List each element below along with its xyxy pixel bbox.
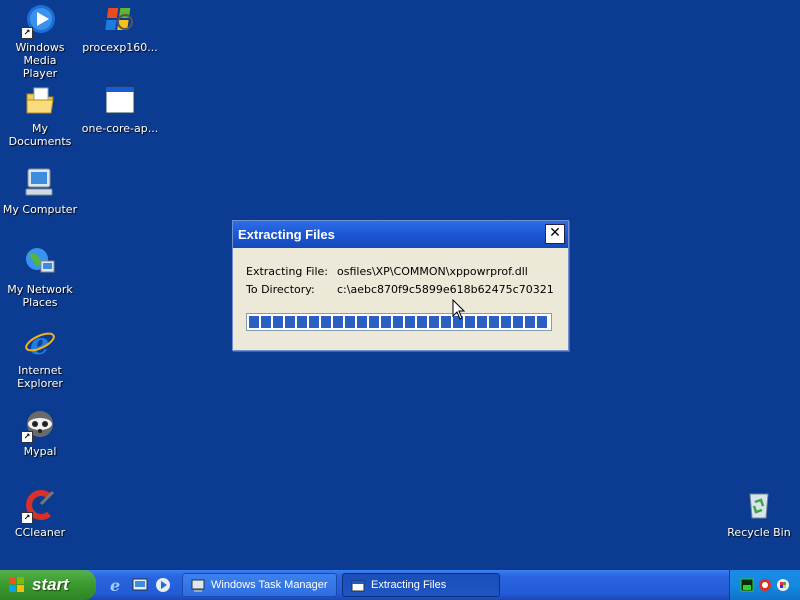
desktop-icon-procexp[interactable]: procexp160... bbox=[80, 3, 160, 54]
mouse-cursor-icon bbox=[452, 299, 466, 320]
desktop-icon-label: Recycle Bin bbox=[727, 526, 791, 539]
desktop-icon-label: one-core-ap... bbox=[81, 122, 159, 135]
desktop-icon-label: Mypal bbox=[23, 445, 57, 458]
extracting-files-dialog[interactable]: Extracting Files ✕ Extracting File: osfi… bbox=[232, 220, 569, 351]
dialog-title: Extracting Files bbox=[238, 227, 335, 242]
progress-block bbox=[441, 316, 451, 328]
desktop-icon-ccleaner[interactable]: ↗ CCleaner bbox=[0, 488, 80, 539]
start-label: start bbox=[32, 575, 69, 594]
desktop-icon-mypal[interactable]: ↗ Mypal bbox=[0, 407, 80, 458]
internet-explorer-icon: e bbox=[23, 326, 57, 362]
procexp-icon bbox=[103, 3, 137, 37]
taskbar-item-label: Extracting Files bbox=[371, 579, 447, 591]
desktop-icon-label: Internet Explorer bbox=[17, 364, 63, 390]
progress-block bbox=[369, 316, 379, 328]
progress-block bbox=[525, 316, 535, 328]
taskbar-item-label: Windows Task Manager bbox=[211, 579, 328, 591]
start-button[interactable]: start bbox=[0, 570, 96, 600]
progress-block bbox=[297, 316, 307, 328]
desktop-icon-my-network-places[interactable]: My Network Places bbox=[0, 245, 80, 309]
progress-block bbox=[381, 316, 391, 328]
taskbar-item-task-manager[interactable]: Windows Task Manager bbox=[182, 573, 337, 597]
taskbar: start e Windows Task Manager Extracting … bbox=[0, 570, 800, 600]
svg-text:e: e bbox=[30, 327, 49, 360]
progress-block bbox=[261, 316, 271, 328]
desktop-icon-label: procexp160... bbox=[82, 41, 158, 54]
progress-block bbox=[417, 316, 427, 328]
mypal-icon: ↗ bbox=[21, 407, 57, 443]
progress-block bbox=[273, 316, 283, 328]
progress-block bbox=[249, 316, 259, 328]
extracting-file-label: Extracting File: bbox=[246, 265, 329, 278]
progress-block bbox=[465, 316, 475, 328]
progress-block bbox=[321, 316, 331, 328]
desktop-icon-label: My Documents bbox=[8, 122, 72, 148]
desktop-icon-recycle-bin[interactable]: Recycle Bin bbox=[719, 488, 799, 539]
desktop-icon-internet-explorer[interactable]: e Internet Explorer bbox=[0, 326, 80, 390]
progress-block bbox=[429, 316, 439, 328]
quicklaunch-ie-icon[interactable]: e bbox=[108, 576, 126, 594]
task-manager-icon bbox=[191, 579, 205, 592]
windows-flag-icon bbox=[9, 577, 24, 592]
media-player-icon: ↗ bbox=[21, 3, 57, 39]
extraction-progress-bar bbox=[246, 313, 552, 331]
my-documents-icon bbox=[23, 84, 57, 118]
progress-block bbox=[501, 316, 511, 328]
desktop-icon-label: Windows Media Player bbox=[15, 41, 65, 80]
progress-block bbox=[537, 316, 547, 328]
dialog-titlebar[interactable]: Extracting Files ✕ bbox=[233, 221, 568, 248]
tray-task-manager-icon[interactable] bbox=[740, 578, 754, 592]
progress-block bbox=[345, 316, 355, 328]
window-icon bbox=[103, 84, 137, 118]
close-button[interactable]: ✕ bbox=[545, 224, 565, 244]
progress-block bbox=[393, 316, 403, 328]
to-directory-label: To Directory: bbox=[246, 283, 315, 296]
desktop-icon-windows-media-player[interactable]: ↗ Windows Media Player bbox=[0, 3, 80, 80]
network-places-icon bbox=[23, 245, 57, 279]
tray-security-icon[interactable] bbox=[776, 578, 790, 592]
progress-block bbox=[357, 316, 367, 328]
quicklaunch-show-desktop-icon[interactable] bbox=[131, 576, 149, 594]
taskbar-item-extracting-files[interactable]: Extracting Files bbox=[342, 573, 500, 597]
svg-text:e: e bbox=[110, 576, 120, 594]
extracting-file-value: osfiles\XP\COMMON\xppowrprof.dll bbox=[337, 265, 528, 278]
progress-block bbox=[333, 316, 343, 328]
tray-mypal-icon[interactable] bbox=[758, 578, 772, 592]
my-computer-icon bbox=[23, 165, 57, 199]
desktop-icon-label: CCleaner bbox=[14, 526, 66, 539]
desktop-icon-label: My Network Places bbox=[7, 283, 73, 309]
quicklaunch-media-player-icon[interactable] bbox=[154, 576, 172, 594]
desktop-icon-one-core-ap[interactable]: one-core-ap... bbox=[80, 84, 160, 135]
progress-block bbox=[477, 316, 487, 328]
progress-block bbox=[285, 316, 295, 328]
desktop: ↗ Windows Media Player procexp160... My … bbox=[0, 0, 800, 570]
progress-block bbox=[513, 316, 523, 328]
progress-block bbox=[309, 316, 319, 328]
window-icon bbox=[351, 580, 365, 592]
recycle-bin-icon bbox=[742, 488, 776, 522]
progress-block bbox=[489, 316, 499, 328]
desktop-icon-my-computer[interactable]: My Computer bbox=[0, 165, 80, 216]
system-tray bbox=[729, 570, 800, 600]
desktop-icon-my-documents[interactable]: My Documents bbox=[0, 84, 80, 148]
to-directory-value: c:\aebc870f9c5899e618b62475c70321 bbox=[337, 283, 554, 296]
desktop-icon-label: My Computer bbox=[2, 203, 78, 216]
ccleaner-icon: ↗ bbox=[21, 488, 57, 524]
progress-block bbox=[405, 316, 415, 328]
